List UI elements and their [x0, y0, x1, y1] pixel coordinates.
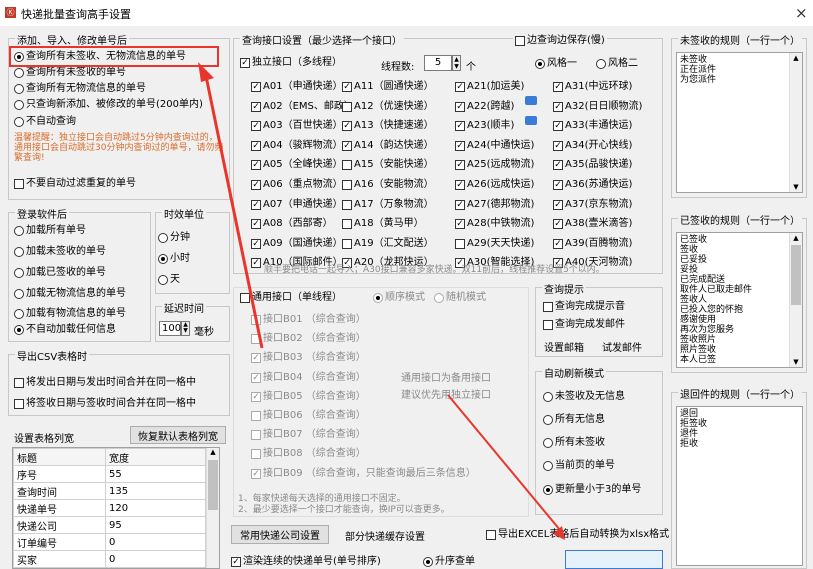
annotation-arrows — [198, 62, 565, 540]
